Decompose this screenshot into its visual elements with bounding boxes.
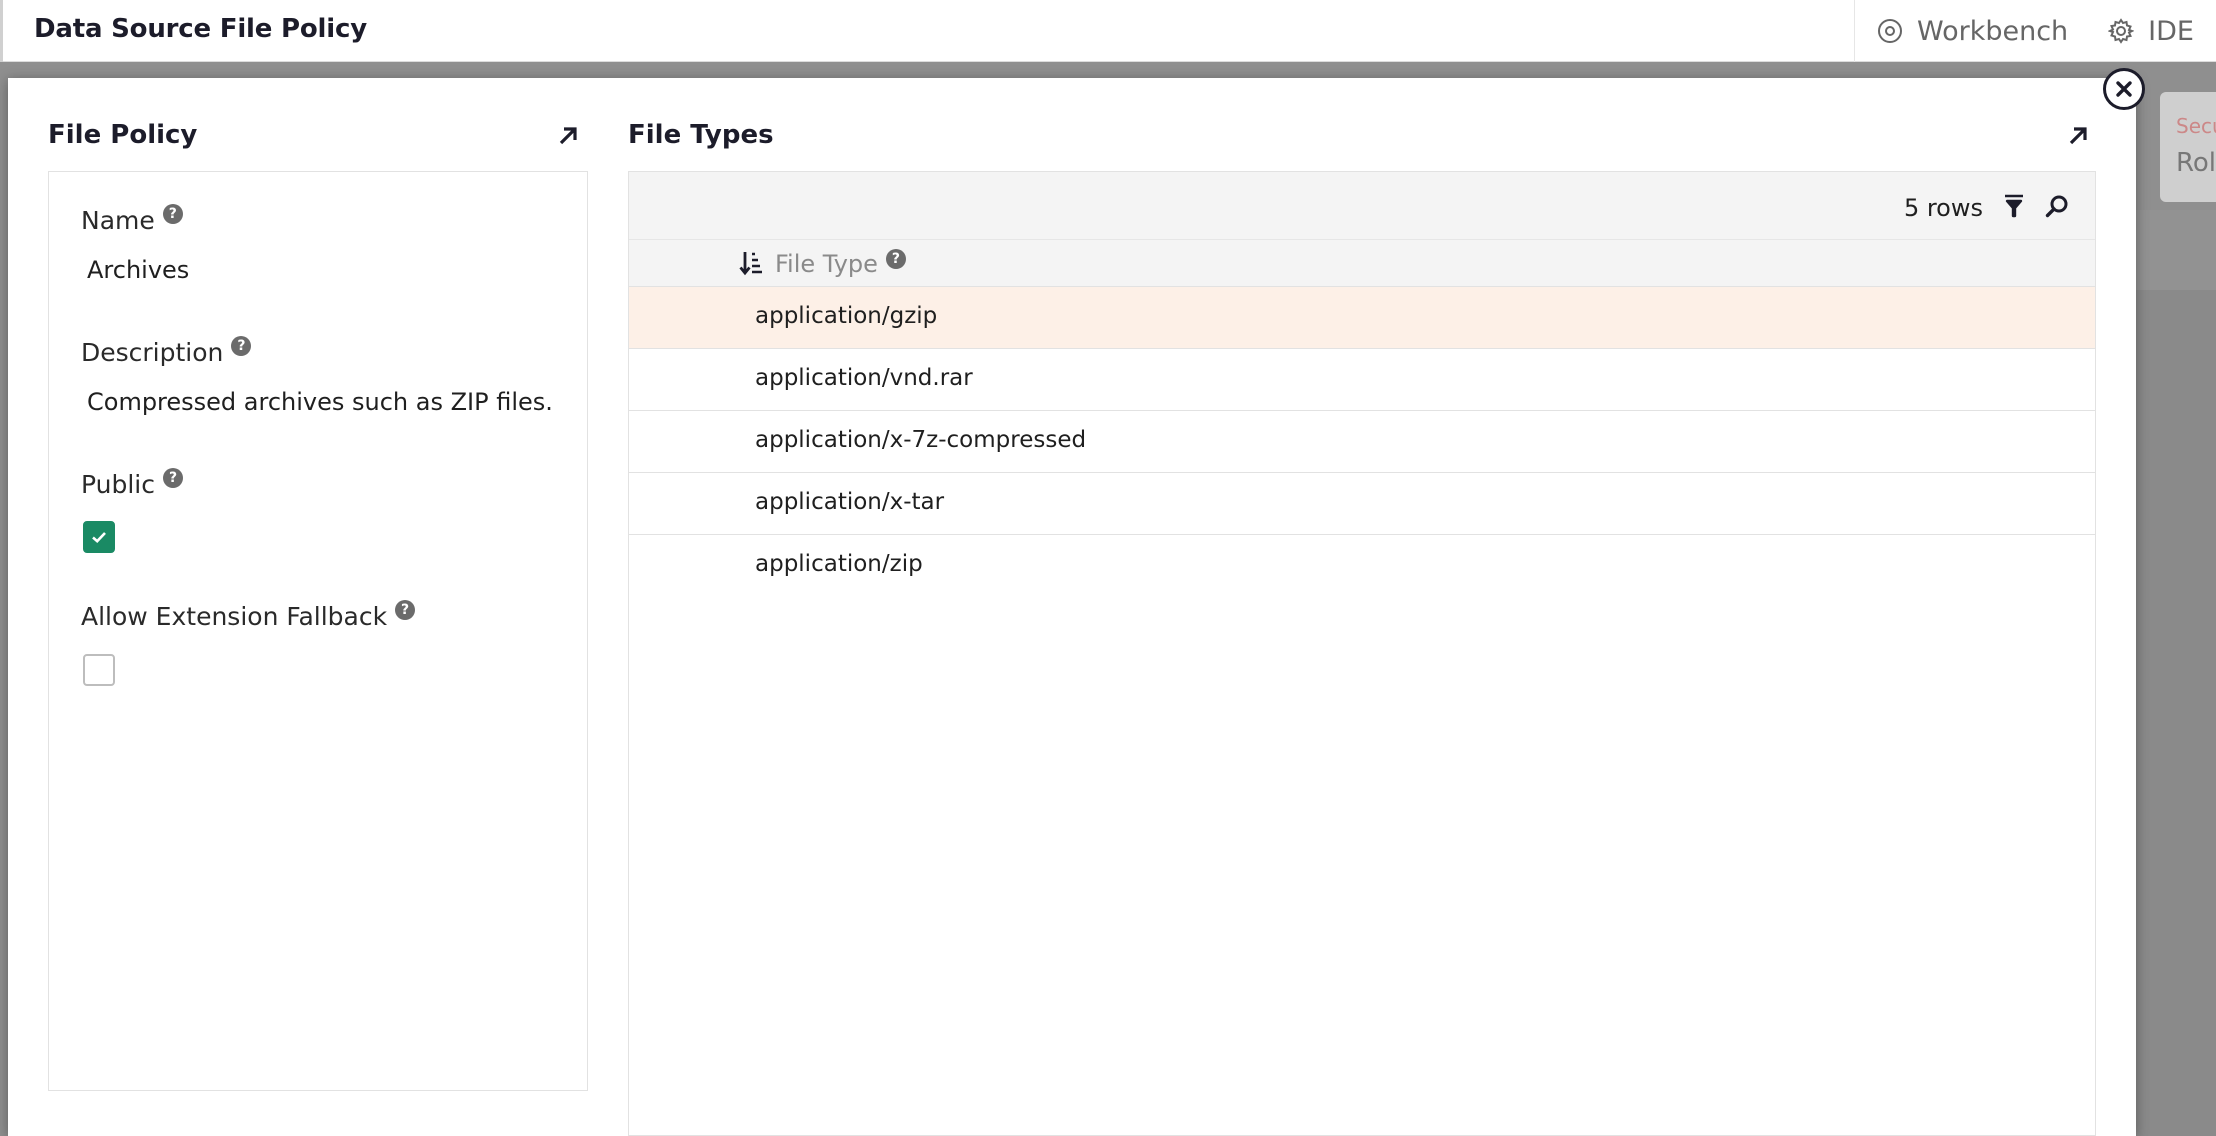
workbench-icon — [1877, 19, 1902, 43]
filter-icon[interactable] — [2003, 194, 2025, 218]
row-count: 5 rows — [1903, 194, 1983, 222]
close-icon — [2116, 81, 2132, 97]
workbench-button[interactable]: Workbench — [1855, 0, 2090, 62]
file-policy-modal: File Policy Name ? Archives Description … — [8, 78, 2136, 1136]
file-type-column-header[interactable]: File Type ? — [775, 249, 906, 278]
background-card — [2160, 92, 2216, 202]
background-panel — [2135, 210, 2216, 1136]
public-label-text: Public — [81, 470, 155, 499]
search-icon[interactable] — [2045, 194, 2069, 218]
name-label: Name ? — [81, 203, 183, 235]
ide-button[interactable]: IDE — [2090, 0, 2216, 62]
description-label: Description ? — [81, 335, 252, 367]
background-card-subtitle: Secu — [2176, 114, 2216, 138]
allow-extension-fallback-label: Allow Extension Fallback ? — [81, 599, 416, 631]
table-row[interactable]: application/gzip — [629, 287, 2095, 349]
file-type-cell: application/zip — [755, 551, 923, 577]
workbench-label: Workbench — [1916, 15, 2069, 47]
help-icon[interactable]: ? — [395, 599, 416, 620]
background-card-title: Rol — [2176, 148, 2216, 178]
expand-icon[interactable] — [556, 124, 580, 148]
file-policy-panel: Name ? Archives Description ? Compressed… — [48, 171, 588, 1091]
expand-icon[interactable] — [2066, 124, 2090, 148]
table-row[interactable]: application/zip — [629, 535, 2095, 597]
public-label: Public ? — [81, 467, 183, 499]
file-type-cell: application/x-7z-compressed — [755, 427, 1087, 453]
file-type-cell: application/gzip — [755, 303, 938, 329]
description-value: Compressed archives such as ZIP files. — [87, 388, 553, 416]
file-type-cell: application/x-tar — [755, 489, 945, 515]
name-label-text: Name — [81, 206, 155, 235]
background-panel-header — [2135, 210, 2216, 290]
close-button[interactable] — [2103, 68, 2145, 110]
description-label-text: Description — [81, 338, 224, 367]
top-bar-edge — [0, 0, 3, 62]
file-types-title: File Types — [628, 120, 774, 150]
help-icon[interactable]: ? — [231, 335, 252, 356]
sort-icon[interactable] — [739, 250, 763, 276]
help-icon[interactable]: ? — [163, 467, 183, 488]
page-title: Data Source File Policy — [34, 14, 367, 44]
top-bar: Data Source File Policy Workbench IDE — [0, 0, 2216, 62]
name-value: Archives — [87, 256, 190, 284]
file-type-column-header-text: File Type — [775, 250, 878, 278]
allow-extension-fallback-label-text: Allow Extension Fallback — [81, 602, 388, 631]
table-row[interactable]: application/x-7z-compressed — [629, 411, 2095, 473]
table-row[interactable]: application/x-tar — [629, 473, 2095, 535]
gear-icon — [2108, 18, 2135, 44]
help-icon[interactable]: ? — [885, 249, 906, 269]
table-toolbar: 5 rows — [629, 172, 2095, 240]
top-bar-actions: Workbench IDE — [1853, 0, 2216, 62]
table-header: File Type ? — [629, 240, 2095, 287]
file-type-cell: application/vnd.rar — [755, 365, 973, 391]
file-types-table: 5 rows File Type ? application/gzip appl… — [628, 171, 2096, 1136]
allow-extension-fallback-checkbox[interactable] — [83, 654, 115, 686]
help-icon[interactable]: ? — [162, 203, 183, 224]
table-row[interactable]: application/vnd.rar — [629, 349, 2095, 411]
public-checkbox[interactable] — [83, 521, 115, 553]
checkmark-icon — [92, 532, 106, 544]
ide-label: IDE — [2148, 15, 2194, 47]
file-policy-title: File Policy — [48, 120, 198, 150]
